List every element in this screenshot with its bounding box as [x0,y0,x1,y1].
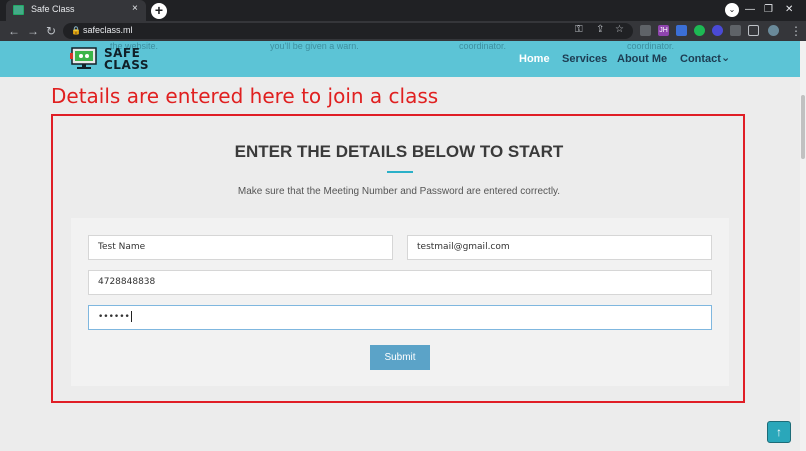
logo-line-class: CLASS [104,58,149,72]
nav-contact[interactable]: Contact [680,53,721,65]
monitor-logo-icon[interactable] [70,45,100,71]
heading-divider [387,171,413,173]
profile-avatar[interactable] [768,25,779,36]
ghost-text: you'll be given a warn. [270,41,359,51]
minimize-button[interactable]: — [745,4,755,15]
ghost-text: coordinator. [459,41,507,51]
back-button[interactable]: ← [8,23,20,39]
tab-search-icon[interactable]: ⌄ [725,3,739,17]
text-caret [130,311,132,322]
url-text[interactable]: safeclass.ml [83,25,133,35]
jh-extension-icon[interactable]: JH [658,25,669,36]
email-input[interactable]: testmail@gmail.com [407,235,712,260]
new-tab-button[interactable]: + [151,3,167,19]
puzzle-extensions-icon[interactable] [730,25,741,36]
address-bar[interactable]: 🔒 safeclass.ml ⚿ ⇪ ☆ [63,23,633,39]
site-header: the website. you'll be given a warn. coo… [0,41,806,77]
shield-extension-icon[interactable] [640,25,651,36]
meeting-number-input[interactable]: 4728848838 [88,270,712,295]
side-panel-icon[interactable] [748,25,759,36]
password-masked-text: •••••• [98,312,130,322]
tab-close-icon[interactable]: × [132,3,138,14]
lock-icon[interactable]: 🔒 [71,26,81,35]
screen-extension-icon[interactable] [676,25,687,36]
restore-button[interactable]: ❐ [764,4,773,15]
page-scrollbar[interactable] [800,41,806,451]
browser-tab-bar: Safe Class × + ⌄ — ❐ ✕ [0,0,806,21]
key-icon[interactable]: ⚿ [575,24,583,35]
browser-toolbar: ← → ↻ 🔒 safeclass.ml ⚿ ⇪ ☆ JH ⋮ [0,21,806,41]
nav-home[interactable]: Home [519,53,550,65]
logo-text[interactable]: SAFE CLASS [104,47,149,71]
form-subtitle: Make sure that the Meeting Number and Pa… [237,186,561,197]
gear-extension-icon[interactable] [712,25,723,36]
site-favicon-icon [13,5,24,15]
share-icon[interactable]: ⇪ [596,24,604,35]
forward-button[interactable]: → [27,23,39,39]
close-window-button[interactable]: ✕ [785,4,793,15]
submit-button[interactable]: Submit [370,345,430,370]
scrollbar-thumb[interactable] [801,95,805,159]
nav-about-me[interactable]: About Me [617,53,667,65]
annotation-text: Details are entered here to join a class [51,84,439,108]
scroll-to-top-button[interactable]: ↑ [767,421,791,443]
chevron-down-icon[interactable]: ⌄ [721,51,730,64]
bookmark-star-icon[interactable]: ☆ [615,24,624,35]
browser-menu-icon[interactable]: ⋮ [790,23,802,39]
browser-tab[interactable]: Safe Class × [6,0,146,21]
nav-services[interactable]: Services [562,53,607,65]
password-input[interactable]: •••••• [88,305,712,330]
spotify-extension-icon[interactable] [694,25,705,36]
form-heading: ENTER THE DETAILS BELOW TO START [234,142,564,161]
name-input[interactable]: Test Name [88,235,393,260]
tab-title: Safe Class [31,4,75,14]
ghost-text: coordinator. [627,41,675,51]
reload-button[interactable]: ↻ [46,23,56,39]
